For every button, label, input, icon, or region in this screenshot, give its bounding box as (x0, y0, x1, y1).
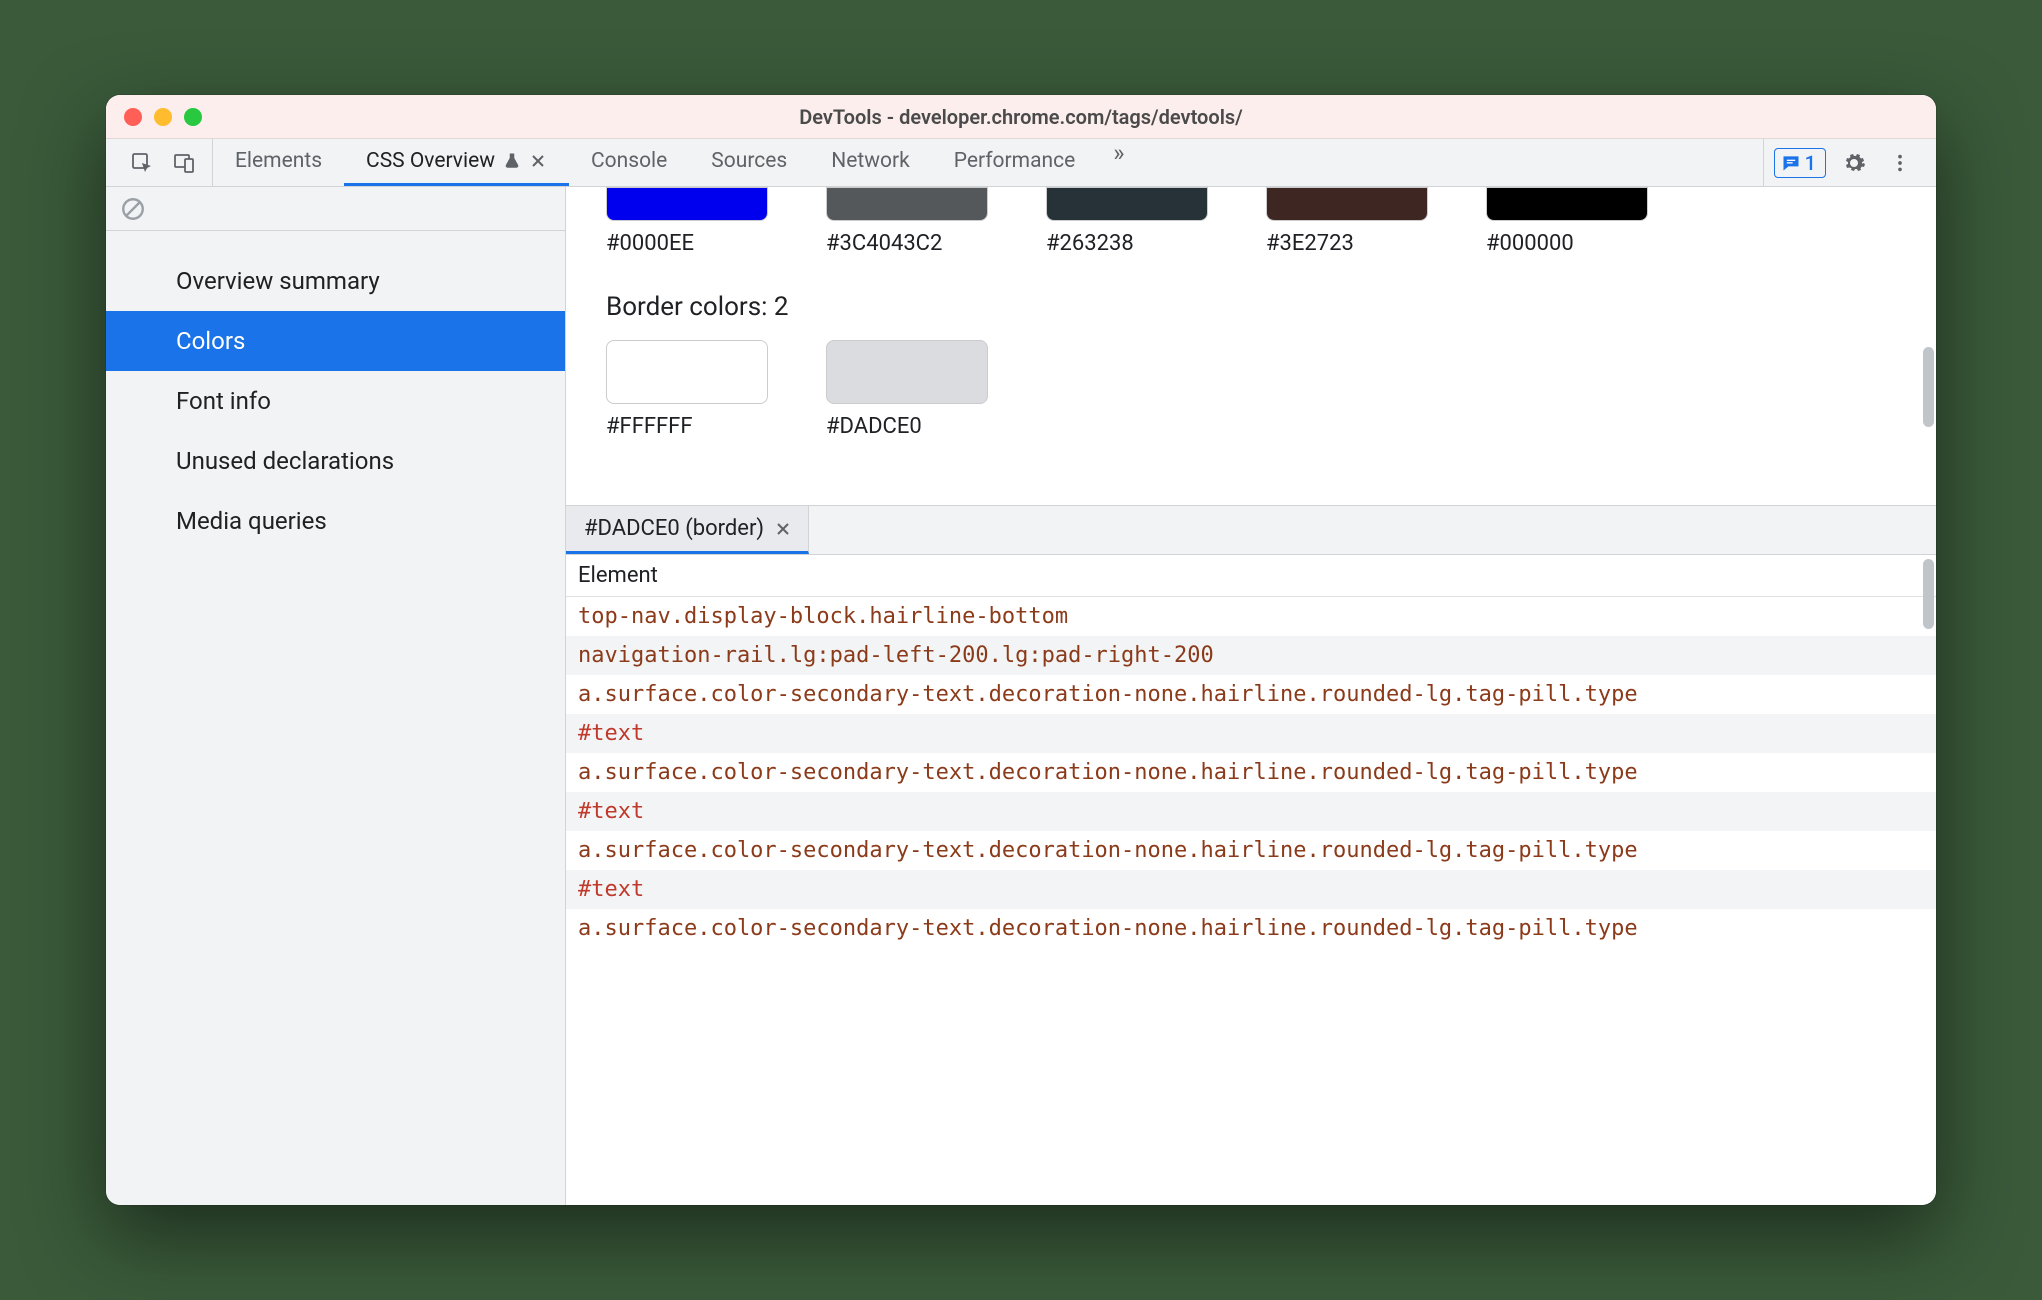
gear-icon (1842, 151, 1866, 175)
tab-label: CSS Overview (366, 149, 495, 173)
sidebar-item-label: Font info (176, 387, 271, 415)
message-icon (1781, 153, 1801, 173)
css-overview-sidebar: Overview summary Colors Font info Unused… (106, 187, 566, 1205)
sidebar-item-font-info[interactable]: Font info (106, 371, 565, 431)
color-swatch[interactable]: #DADCE0 (826, 340, 988, 439)
swatch-hex: #FFFFFF (606, 414, 693, 439)
window-minimize-button[interactable] (154, 108, 172, 126)
sidebar-item-unused-declarations[interactable]: Unused declarations (106, 431, 565, 491)
element-row[interactable]: a.surface.color-secondary-text.decoratio… (566, 753, 1936, 792)
close-icon[interactable] (776, 522, 790, 536)
more-tabs-button[interactable]: » (1097, 139, 1140, 186)
tab-performance[interactable]: Performance (932, 139, 1097, 186)
toolbar-right-group: 1 (1763, 139, 1928, 186)
tab-console[interactable]: Console (569, 139, 689, 186)
element-row[interactable]: a.surface.color-secondary-text.decoratio… (566, 831, 1936, 870)
clear-overview-icon[interactable] (120, 196, 146, 222)
element-row[interactable]: navigation-rail.lg:pad-left-200.lg:pad-r… (566, 636, 1936, 675)
scrollbar-thumb[interactable] (1923, 347, 1934, 427)
detail-tab-label: #DADCE0 (border) (584, 516, 764, 541)
tab-css-overview[interactable]: CSS Overview (344, 139, 569, 186)
window-close-button[interactable] (124, 108, 142, 126)
element-row[interactable]: top-nav.display-block.hairline-bottom (566, 597, 1936, 636)
window-zoom-button[interactable] (184, 108, 202, 126)
content-area: Overview summary Colors Font info Unused… (106, 187, 1936, 1205)
element-row[interactable]: a.surface.color-secondary-text.decoratio… (566, 675, 1936, 714)
swatch-chip (1486, 187, 1648, 221)
swatch-chip (826, 340, 988, 404)
swatch-hex: #263238 (1046, 231, 1134, 256)
swatch-chip (1266, 187, 1428, 221)
tab-sources[interactable]: Sources (689, 139, 809, 186)
color-swatch-row: #0000EE #3C4043C2 #263238 #3E2723 (606, 187, 1896, 256)
detail-tabstrip: #DADCE0 (border) (566, 505, 1936, 555)
window-title: DevTools - developer.chrome.com/tags/dev… (799, 105, 1243, 129)
titlebar: DevTools - developer.chrome.com/tags/dev… (106, 95, 1936, 139)
swatch-chip (826, 187, 988, 221)
sidebar-item-label: Overview summary (176, 267, 380, 295)
kebab-icon (1889, 152, 1911, 174)
elements-list[interactable]: top-nav.display-block.hairline-bottom na… (566, 597, 1936, 1205)
swatch-hex: #3C4043C2 (826, 231, 942, 256)
color-swatch[interactable]: #FFFFFF (606, 340, 768, 439)
devtools-window: DevTools - developer.chrome.com/tags/dev… (106, 95, 1936, 1205)
swatch-hex: #3E2723 (1266, 231, 1354, 256)
detail-tab[interactable]: #DADCE0 (border) (566, 506, 809, 554)
sidebar-item-overview-summary[interactable]: Overview summary (106, 251, 565, 311)
swatch-hex: #DADCE0 (826, 414, 922, 439)
swatch-chip (1046, 187, 1208, 221)
element-row[interactable]: a.surface.color-secondary-text.decoratio… (566, 909, 1936, 948)
close-icon[interactable] (529, 152, 547, 170)
traffic-lights (124, 108, 202, 126)
swatch-chip (606, 340, 768, 404)
border-colors-heading: Border colors: 2 (606, 292, 1896, 322)
tab-network[interactable]: Network (809, 139, 932, 186)
colors-scroll-area[interactable]: #0000EE #3C4043C2 #263238 #3E2723 (566, 187, 1936, 505)
element-row[interactable]: #text (566, 870, 1936, 909)
color-swatch[interactable]: #3C4043C2 (826, 187, 988, 256)
elements-column-header: Element (566, 555, 1936, 597)
tab-label: Performance (954, 149, 1075, 173)
sidebar-item-label: Media queries (176, 507, 327, 535)
main-panel: #0000EE #3C4043C2 #263238 #3E2723 (566, 187, 1936, 1205)
swatch-hex: #0000EE (606, 231, 694, 256)
panel-tabs: Elements CSS Overview Console Sources Ne… (213, 139, 1763, 186)
color-swatch[interactable]: #263238 (1046, 187, 1208, 256)
more-options-button[interactable] (1882, 145, 1918, 181)
element-row[interactable]: #text (566, 792, 1936, 831)
swatch-hex: #000000 (1486, 231, 1574, 256)
swatch-chip (606, 187, 768, 221)
color-swatch[interactable]: #0000EE (606, 187, 768, 256)
toolbar-left-group (114, 139, 213, 186)
chevron-double-right-icon: » (1113, 139, 1124, 167)
sidebar-item-label: Colors (176, 327, 245, 355)
color-swatch[interactable]: #3E2723 (1266, 187, 1428, 256)
color-swatch[interactable]: #000000 (1486, 187, 1648, 256)
issues-badge[interactable]: 1 (1774, 148, 1826, 178)
element-row[interactable]: #text (566, 714, 1936, 753)
border-swatch-row: #FFFFFF #DADCE0 (606, 340, 1896, 439)
sidebar-item-media-queries[interactable]: Media queries (106, 491, 565, 551)
tab-label: Network (831, 149, 910, 173)
devtools-toolbar: Elements CSS Overview Console Sources Ne… (106, 139, 1936, 187)
tab-label: Sources (711, 149, 787, 173)
settings-button[interactable] (1836, 145, 1872, 181)
detail-body: Element top-nav.display-block.hairline-b… (566, 555, 1936, 1205)
sidebar-item-label: Unused declarations (176, 447, 394, 475)
sidebar-list: Overview summary Colors Font info Unused… (106, 231, 565, 551)
scrollbar-thumb[interactable] (1923, 559, 1934, 629)
flask-icon (503, 152, 521, 170)
tab-label: Elements (235, 149, 322, 173)
device-toolbar-icon[interactable] (166, 145, 202, 181)
sidebar-item-colors[interactable]: Colors (106, 311, 565, 371)
issues-count: 1 (1805, 151, 1816, 175)
tab-label: Console (591, 149, 667, 173)
tab-elements[interactable]: Elements (213, 139, 344, 186)
sidebar-toolbar (106, 187, 565, 231)
inspect-element-icon[interactable] (124, 145, 160, 181)
